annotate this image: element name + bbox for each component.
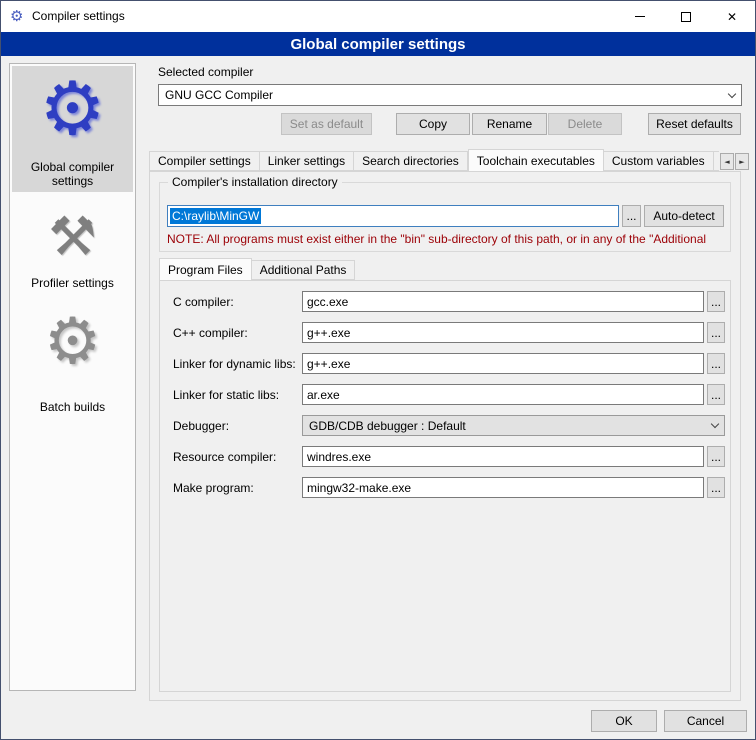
minimize-button[interactable] [617, 1, 663, 32]
linker-static-input[interactable] [302, 384, 704, 405]
c-compiler-browse-button[interactable]: ... [707, 291, 725, 312]
cpp-compiler-label: C++ compiler: [173, 326, 248, 340]
linker-dynamic-browse-button[interactable]: ... [707, 353, 725, 374]
tab-additional-paths[interactable]: Additional Paths [252, 260, 356, 280]
selected-compiler-dropdown[interactable]: GNU GCC Compiler [158, 84, 742, 106]
sidebar-item-batch-builds-label[interactable]: Batch builds [12, 400, 133, 414]
maximize-icon [681, 12, 691, 22]
tab-compiler-settings[interactable]: Compiler settings [149, 151, 260, 171]
close-icon: ✕ [727, 10, 737, 24]
c-compiler-label: C compiler: [173, 295, 234, 309]
titlebar: ⚙ Compiler settings ✕ [1, 1, 755, 32]
selected-compiler-value: GNU GCC Compiler [165, 88, 273, 102]
tab-toolchain-executables[interactable]: Toolchain executables [468, 149, 604, 171]
program-files-tab-strip: Program Files Additional Paths [159, 258, 355, 280]
minimize-icon [635, 16, 645, 17]
bin-subdirectory-note: NOTE: All programs must exist either in … [167, 232, 729, 246]
make-program-label: Make program: [173, 481, 254, 495]
rename-button[interactable]: Rename [472, 113, 547, 135]
cpp-compiler-input[interactable] [302, 322, 704, 343]
set-as-default-button[interactable]: Set as default [281, 113, 372, 135]
linker-static-label: Linker for static libs: [173, 388, 279, 402]
app-gear-icon: ⚙ [10, 8, 23, 25]
make-program-input[interactable] [302, 477, 704, 498]
settings-category-list: ⚙ Global compiler settings ⚒ Profiler se… [9, 63, 136, 691]
chevron-down-icon [705, 416, 724, 435]
installation-directory-value: C:\raylib\MinGW [170, 208, 261, 224]
cpp-compiler-browse-button[interactable]: ... [707, 322, 725, 343]
installation-directory-browse-button[interactable]: ... [622, 205, 641, 227]
sidebar-item-global-compiler-label[interactable]: Global compiler settings [12, 160, 133, 188]
linker-dynamic-label: Linker for dynamic libs: [173, 357, 296, 371]
arrow-right-icon: ► [739, 158, 744, 166]
resource-compiler-input[interactable] [302, 446, 704, 467]
profiler-hammer-icon[interactable]: ⚒ [10, 210, 135, 264]
chevron-down-icon [722, 85, 741, 105]
tab-search-directories[interactable]: Search directories [354, 151, 468, 171]
global-compiler-gear-icon[interactable]: ⚙ [10, 72, 135, 146]
sidebar-item-profiler-label[interactable]: Profiler settings [12, 276, 133, 290]
cancel-button[interactable]: Cancel [664, 710, 747, 732]
debugger-value: GDB/CDB debugger : Default [309, 419, 466, 433]
c-compiler-input[interactable] [302, 291, 704, 312]
selected-compiler-label: Selected compiler [158, 65, 253, 79]
installation-directory-input[interactable]: C:\raylib\MinGW [167, 205, 619, 227]
settings-tab-strip: Compiler settings Linker settings Search… [149, 149, 719, 171]
window-controls: ✕ [617, 1, 755, 32]
window-title: Compiler settings [32, 9, 125, 23]
batch-builds-gear-icon[interactable]: ⚙ [10, 310, 135, 374]
delete-button[interactable]: Delete [548, 113, 622, 135]
linker-static-browse-button[interactable]: ... [707, 384, 725, 405]
debugger-dropdown[interactable]: GDB/CDB debugger : Default [302, 415, 725, 436]
tab-build-options[interactable]: Build [714, 151, 719, 171]
ok-button[interactable]: OK [591, 710, 657, 732]
reset-defaults-button[interactable]: Reset defaults [648, 113, 741, 135]
close-button[interactable]: ✕ [709, 1, 755, 32]
make-program-browse-button[interactable]: ... [707, 477, 725, 498]
resource-compiler-browse-button[interactable]: ... [707, 446, 725, 467]
copy-button[interactable]: Copy [396, 113, 470, 135]
tab-linker-settings[interactable]: Linker settings [260, 151, 354, 171]
page-title: Global compiler settings [1, 32, 755, 56]
auto-detect-button[interactable]: Auto-detect [644, 205, 724, 227]
maximize-button[interactable] [663, 1, 709, 32]
tab-scroll-left-button[interactable]: ◄ [720, 153, 734, 170]
tab-custom-variables[interactable]: Custom variables [604, 151, 714, 171]
installation-directory-group-title: Compiler's installation directory [168, 175, 342, 189]
linker-dynamic-input[interactable] [302, 353, 704, 374]
debugger-label: Debugger: [173, 419, 229, 433]
resource-compiler-label: Resource compiler: [173, 450, 276, 464]
arrow-left-icon: ◄ [724, 158, 729, 166]
tab-scroll-right-button[interactable]: ► [735, 153, 749, 170]
tab-program-files[interactable]: Program Files [159, 258, 252, 280]
compiler-settings-window: ⚙ Compiler settings ✕ Global compiler se… [0, 0, 756, 740]
